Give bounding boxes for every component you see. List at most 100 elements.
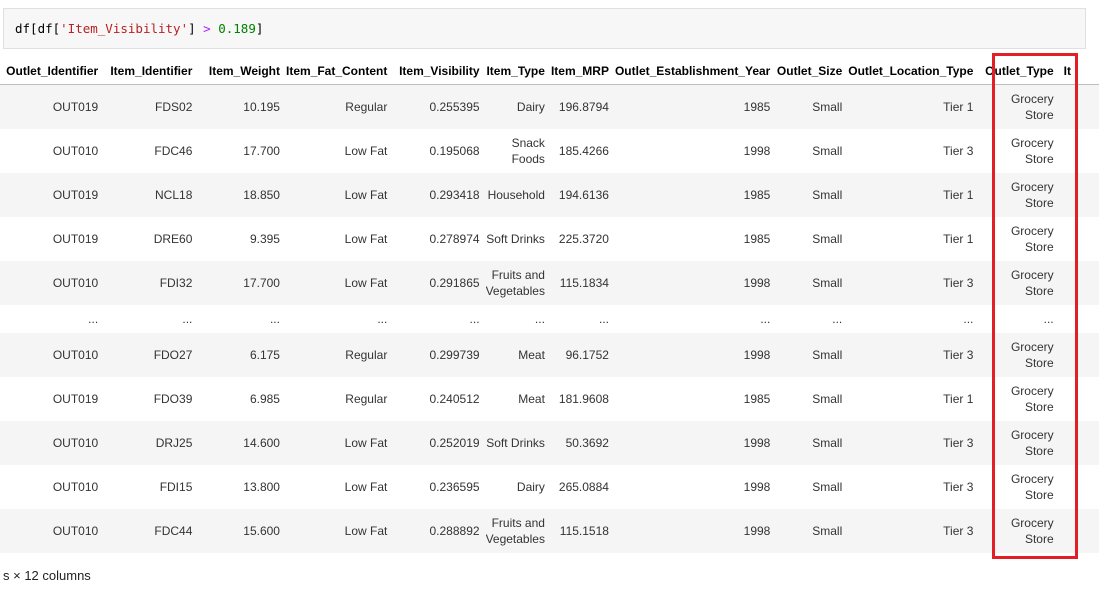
table-cell: FDS02 xyxy=(155,100,193,114)
table-cell: Low Fat xyxy=(344,188,388,202)
table-row: OUT019 NCL18 18.850 Low Fat 0.293418 Househol… xyxy=(0,173,1099,217)
table-cell: Small xyxy=(812,524,843,538)
table-cell: Dairy xyxy=(516,100,545,114)
table-cell: 50.3692 xyxy=(565,436,609,450)
table-cell xyxy=(1060,261,1099,305)
table-cell: Grocery Store xyxy=(1010,136,1054,166)
table-cell: 0.195068 xyxy=(429,144,480,158)
table-cell: 196.8794 xyxy=(558,100,609,114)
table-cell: 115.1518 xyxy=(559,524,609,538)
column-header: Outlet_Establishment_Year xyxy=(614,57,777,85)
table-cell xyxy=(1060,85,1099,130)
table-row: OUT010 DRJ25 14.600 Low Fat 0.252019 Soft Dri… xyxy=(0,421,1099,465)
table-cell: 0.299739 xyxy=(429,348,480,362)
table-cell: 6.985 xyxy=(249,392,280,406)
table-cell: 1985 xyxy=(743,100,771,114)
table-cell: FDI32 xyxy=(159,276,193,290)
code-token: df[df[ xyxy=(15,21,61,36)
table-cell: 17.700 xyxy=(243,144,280,158)
table-cell: Tier 1 xyxy=(943,232,974,246)
table-cell: 181.9608 xyxy=(558,392,609,406)
table-cell: 194.6136 xyxy=(558,188,609,202)
table-cell: FDC46 xyxy=(154,144,193,158)
table-cell: 17.700 xyxy=(243,276,280,290)
column-header: Outlet_Location_Type xyxy=(848,57,980,85)
table-cell: ... xyxy=(1043,312,1054,326)
table-cell: Grocery Store xyxy=(1010,516,1054,546)
table-cell: 1985 xyxy=(743,392,771,406)
table-cell: Small xyxy=(812,436,843,450)
table-cell: OUT019 xyxy=(52,232,99,246)
table-cell: OUT010 xyxy=(52,276,99,290)
table-cell: Small xyxy=(812,276,843,290)
table-cell: 96.1752 xyxy=(565,348,609,362)
table-cell: ... xyxy=(598,312,609,326)
table-cell: 0.278974 xyxy=(429,232,480,246)
table-cell: 18.850 xyxy=(243,188,280,202)
table-cell: Snack Foods xyxy=(511,136,545,166)
table-cell: Low Fat xyxy=(344,232,388,246)
table-cell: FDI15 xyxy=(159,480,193,494)
table-cell: OUT019 xyxy=(52,188,99,202)
table-cell: 0.293418 xyxy=(429,188,480,202)
table-row: OUT010 FDC44 15.600 Low Fat 0.288892 Fruits a… xyxy=(0,509,1099,553)
table-cell: OUT019 xyxy=(52,100,99,114)
column-header: Item_Visibility xyxy=(393,57,486,85)
column-header: Item_Type xyxy=(485,57,551,85)
column-header: Item_Identifier xyxy=(104,57,199,85)
table-cell: 115.1834 xyxy=(559,276,609,290)
table-cell xyxy=(1060,217,1099,261)
table-cell: 0.255395 xyxy=(429,100,480,114)
table-cell: Tier 3 xyxy=(943,144,974,158)
table-cell: Regular xyxy=(345,348,388,362)
table-cell: Tier 3 xyxy=(943,436,974,450)
table-cell: ... xyxy=(760,312,771,326)
table-cell: Fruits and Vegetables xyxy=(485,516,545,546)
column-header: It xyxy=(1059,57,1099,85)
table-row: OUT019 DRE60 9.395 Low Fat 0.278974 Soft Drin… xyxy=(0,217,1099,261)
table-cell: Grocery Store xyxy=(1010,180,1054,210)
table-cell: 1998 xyxy=(743,480,771,494)
table-cell: Grocery Store xyxy=(1010,224,1054,254)
table-cell xyxy=(1060,465,1099,509)
code-line: df[df['Item_Visibility'] > 0.189] xyxy=(15,21,263,36)
table-cell: 0.291865 xyxy=(429,276,480,290)
table-cell: Soft Drinks xyxy=(486,436,545,450)
table-cell xyxy=(1060,377,1099,421)
table-cell: ... xyxy=(534,312,545,326)
table-row: OUT010 FDO27 6.175 Regular 0.299739 Meat 96.17… xyxy=(0,333,1099,377)
table-cell: Household xyxy=(487,188,545,202)
table-cell: 1998 xyxy=(743,276,771,290)
table-cell: Grocery Store xyxy=(1010,472,1054,502)
table-cell: 265.0884 xyxy=(558,480,609,494)
code-token: ] xyxy=(188,21,204,36)
table-cell: Tier 3 xyxy=(943,524,974,538)
code-token: ] xyxy=(255,21,264,36)
table-cell: DRE60 xyxy=(153,232,193,246)
table-cell: OUT019 xyxy=(52,392,99,406)
table-cell: OUT010 xyxy=(52,480,99,494)
table-header-row: Outlet_Identifier Item_Identifier Item_Wei… xyxy=(0,57,1099,85)
code-cell[interactable]: df[df['Item_Visibility'] > 0.189] xyxy=(3,8,1086,49)
table-cell: 225.3720 xyxy=(558,232,609,246)
column-header: Item_Weight xyxy=(198,57,286,85)
column-header: Item_MRP xyxy=(550,57,615,85)
table-cell: 0.252019 xyxy=(429,436,480,450)
table-cell xyxy=(1060,421,1099,465)
table-cell: ... xyxy=(377,312,388,326)
table-row: OUT010 FDC46 17.700 Low Fat 0.195068 Snack Fo… xyxy=(0,129,1099,173)
table-cell: 13.800 xyxy=(243,480,280,494)
table-cell: Low Fat xyxy=(344,276,388,290)
table-cell: Low Fat xyxy=(344,480,388,494)
table-cell: Dairy xyxy=(516,480,545,494)
table-cell xyxy=(1060,509,1099,553)
table-cell: Small xyxy=(812,348,843,362)
table-cell: Grocery Store xyxy=(1010,428,1054,458)
table-cell: Grocery Store xyxy=(1010,268,1054,298)
table-cell: Meat xyxy=(518,392,545,406)
table-cell: 1998 xyxy=(743,348,771,362)
table-cell: ... xyxy=(88,312,99,326)
table-cell: Low Fat xyxy=(344,436,388,450)
table-cell: Small xyxy=(812,480,843,494)
table-cell: 185.4266 xyxy=(558,144,609,158)
